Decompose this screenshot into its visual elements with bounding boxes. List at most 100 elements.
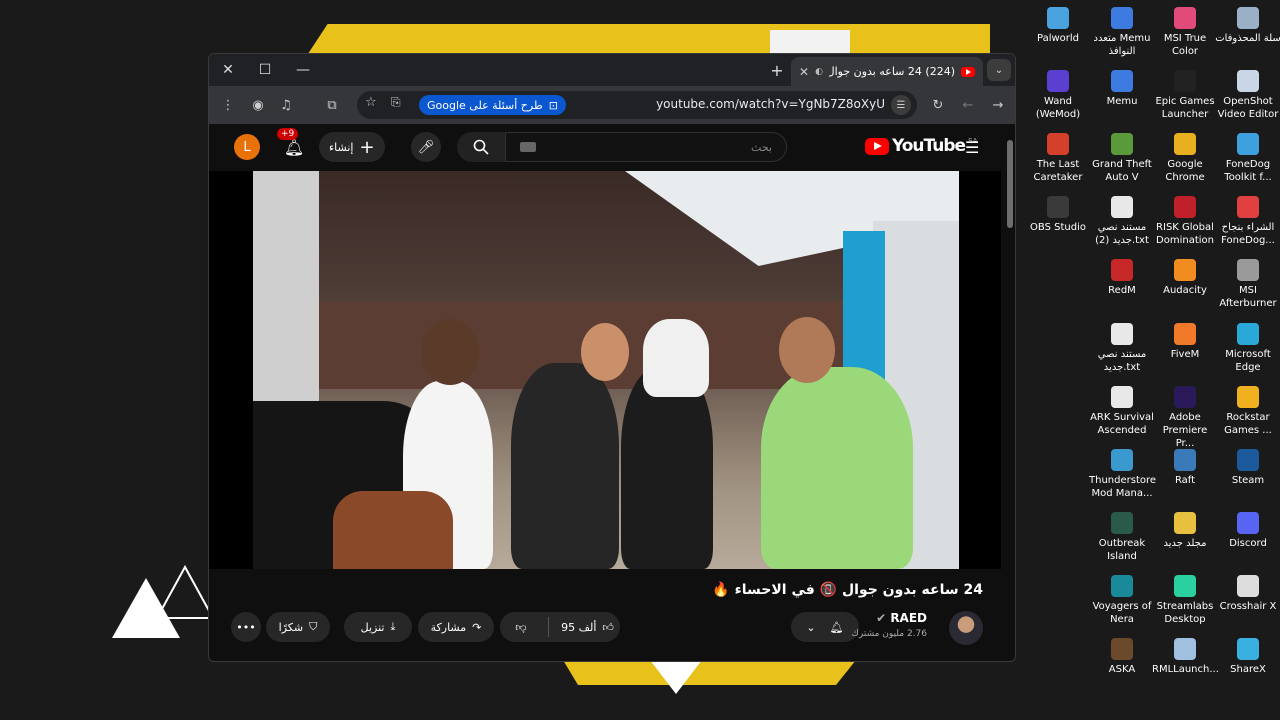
share-button[interactable]: مشاركة ↷ [418, 612, 494, 642]
desktop-icon[interactable]: Voyagers of Nera [1089, 572, 1155, 626]
desktop-icon[interactable]: Grand Theft Auto V [1089, 130, 1155, 184]
desktop-icon[interactable]: Wand (WeMod) [1025, 67, 1091, 121]
youtube-logo[interactable]: YouTube SA [865, 136, 977, 156]
desktop-icon[interactable]: متعدد Memu النوافذ [1089, 4, 1155, 58]
reload-icon[interactable]: ↻ [927, 94, 949, 116]
close-window-button[interactable]: ✕ [214, 58, 242, 82]
download-button[interactable]: تنزيل ⤓ [344, 612, 412, 642]
desktop-icon[interactable]: ShareX [1215, 635, 1280, 676]
desktop-icon[interactable]: RedM [1089, 256, 1155, 297]
media-control-icon[interactable]: ♫ [275, 94, 297, 116]
desktop-icon[interactable]: مستند نصي جديد.txt [1089, 320, 1155, 374]
audio-icon[interactable]: ◐ [815, 67, 823, 77]
search-input[interactable]: بحث [505, 132, 787, 162]
extensions-icon[interactable]: ⧉ [321, 94, 343, 116]
desktop-icon[interactable]: Thunderstore Mod Mana... [1089, 446, 1156, 500]
channel-avatar[interactable] [949, 611, 983, 645]
chevron-down-icon: ⌄ [806, 620, 816, 634]
new-tab-button[interactable]: + [765, 59, 789, 81]
desktop-icon[interactable]: RMLLaunch... [1152, 635, 1219, 676]
desktop-icon[interactable]: MSI True Color [1152, 4, 1218, 58]
keyboard-icon[interactable] [520, 142, 536, 152]
create-button[interactable]: إنشاء + [319, 132, 385, 162]
desktop-icon[interactable]: Rockstar Games ... [1215, 383, 1280, 437]
app-icon [1111, 512, 1133, 534]
install-app-icon[interactable]: ⎘ [391, 95, 401, 110]
bookmark-star-icon[interactable]: ☆ [365, 95, 377, 110]
desktop-icon[interactable]: سلة المحذوفات [1215, 4, 1280, 45]
url-text[interactable]: youtube.com/watch?v=YgNb7Z8oXyU [656, 97, 885, 111]
desktop-icon[interactable]: MSI Afterburner [1215, 256, 1280, 310]
tab-search-button[interactable]: ⌄ [987, 59, 1011, 81]
desktop-icon[interactable]: مستند نصي جديد (2).txt [1089, 193, 1155, 247]
channel-name[interactable]: ✔︎ RAED [876, 611, 927, 625]
desktop-icon-label: RMLLaunch... [1152, 664, 1219, 675]
desktop-icon-label: Wand (WeMod) [1035, 96, 1081, 120]
scene-head-2 [581, 323, 629, 381]
desktop-icon[interactable]: Audacity [1152, 256, 1218, 297]
desktop-icon[interactable]: Adobe Premiere Pr... [1152, 383, 1218, 450]
app-icon [1174, 638, 1196, 660]
desktop-icon[interactable]: Raft [1152, 446, 1218, 487]
ask-google-label: طرح أسئلة على Google [427, 98, 543, 112]
profile-icon[interactable]: ◉ [247, 94, 269, 116]
dislike-button[interactable]: 👎︎ [500, 621, 542, 634]
desktop-icon[interactable]: Google Chrome [1152, 130, 1218, 184]
hamburger-menu-icon[interactable]: ☰ [965, 138, 979, 157]
desktop-icon[interactable]: Steam [1215, 446, 1280, 487]
menu-dots-icon[interactable]: ⋮ [217, 94, 239, 116]
desktop-icon[interactable]: ARK Survival Ascended [1089, 383, 1155, 437]
tab-youtube[interactable]: ✕ ◐ (224) 24 ساعه بدون جوال 📵 في [791, 57, 983, 86]
desktop-icon[interactable]: OBS Studio [1025, 193, 1091, 234]
account-avatar[interactable]: L [234, 134, 260, 160]
video-frame [253, 171, 959, 569]
address-bar[interactable]: ☆ ⎘ ⊡ طرح أسئلة على Google youtube.com/w… [357, 91, 917, 119]
desktop-icon[interactable]: Outbreak Island [1089, 509, 1155, 563]
app-icon [1111, 323, 1133, 345]
thanks-button[interactable]: شكرًا ⛉ [266, 612, 330, 642]
desktop-icon[interactable]: Microsoft Edge [1215, 320, 1280, 374]
desktop-icon-label: RISK Global Domination [1156, 222, 1214, 246]
desktop-icon-label: مجلد جديد [1163, 538, 1207, 549]
maximize-button[interactable]: ☐ [251, 58, 279, 82]
desktop-icon[interactable]: RISK Global Domination [1152, 193, 1218, 247]
minimize-button[interactable]: — [289, 58, 317, 82]
app-icon [1111, 575, 1133, 597]
desktop-icon[interactable]: مجلد جديد [1152, 509, 1218, 550]
site-settings-icon[interactable]: ☰ [891, 95, 911, 115]
desktop-icon-label: ASKA [1108, 664, 1136, 675]
subscription-bell-button[interactable]: ⌄ 🔔︎ [791, 612, 859, 642]
voice-search-mic-icon[interactable]: 🎤︎ [411, 132, 441, 162]
app-icon [1237, 512, 1259, 534]
app-icon [1174, 259, 1196, 281]
scrollbar-thumb[interactable] [1007, 140, 1013, 228]
app-icon [1047, 70, 1069, 92]
app-icon [1237, 449, 1259, 471]
video-player[interactable] [209, 171, 1001, 569]
page-scrollbar[interactable] [1005, 132, 1015, 661]
desktop-icon[interactable]: Streamlabs Desktop [1152, 572, 1218, 626]
desktop-icon[interactable]: Crosshair X [1215, 572, 1280, 613]
desktop-icon[interactable]: Palworld [1025, 4, 1091, 45]
forward-icon[interactable]: → [987, 94, 1009, 116]
desktop-icon[interactable]: Epic Games Launcher [1152, 67, 1218, 121]
ask-google-chip[interactable]: ⊡ طرح أسئلة على Google [419, 95, 566, 115]
scene-bag [333, 491, 453, 569]
desktop-icon[interactable]: The Last Caretaker [1025, 130, 1091, 184]
desktop-icon[interactable]: Discord [1215, 509, 1280, 550]
back-icon[interactable]: ← [957, 94, 979, 116]
browser-window: ✕ ☐ — + ✕ ◐ (224) 24 ساعه بدون جوال 📵 في… [208, 53, 1016, 662]
desktop-icon[interactable]: الشراء بنجاح FoneDog... [1215, 193, 1280, 247]
desktop-icon[interactable]: FoneDog Toolkit f... [1215, 130, 1280, 184]
video-title: 24 ساعه بدون جوال 📵 في الاحساء 🔥 [712, 582, 983, 598]
more-actions-button[interactable]: ••• [231, 612, 261, 642]
desktop-icon[interactable]: Memu [1089, 67, 1155, 108]
desktop-icon[interactable]: FiveM [1152, 320, 1218, 361]
search-button[interactable] [457, 132, 505, 162]
desktop-icon[interactable]: OpenShot Video Editor [1215, 67, 1280, 121]
desktop-icon[interactable]: ASKA [1089, 635, 1155, 676]
close-tab-icon[interactable]: ✕ [799, 65, 809, 79]
desktop-icon-label: Raft [1174, 475, 1196, 486]
like-button[interactable]: 95 ألف 👍︎ [555, 621, 620, 634]
app-icon [1111, 133, 1133, 155]
